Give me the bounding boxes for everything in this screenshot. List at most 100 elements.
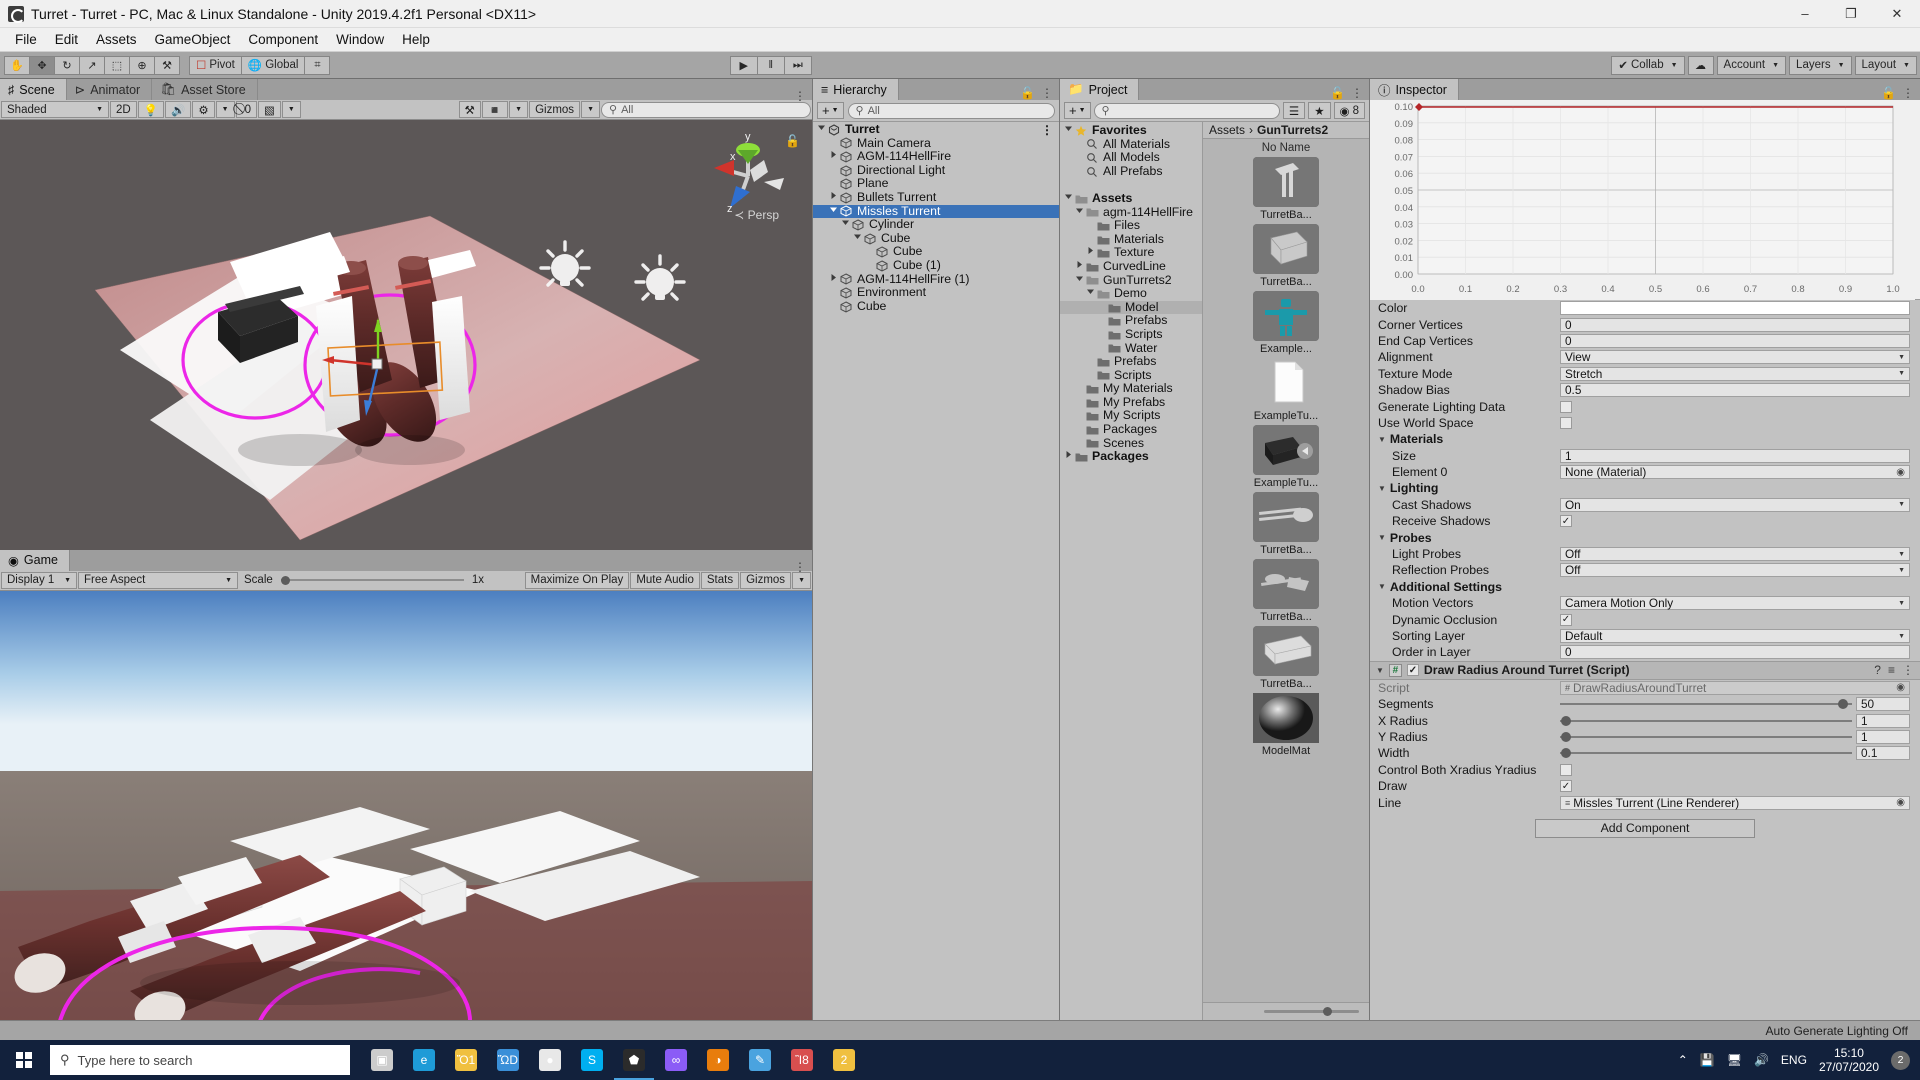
breadcrumb-gunturrets2[interactable]: GunTurrets2 [1257, 123, 1328, 137]
tree-down-arrow-icon[interactable] [1073, 206, 1086, 220]
asset-item[interactable]: ExampleTu... [1203, 358, 1369, 422]
project-add-button[interactable]: + ▼ [1064, 102, 1091, 119]
object-picker-icon[interactable]: ◉ [1896, 467, 1905, 478]
property-number-input[interactable]: 0.1 [1856, 746, 1910, 760]
menu-window[interactable]: Window [327, 29, 393, 50]
property-number-input[interactable]: 1 [1856, 730, 1910, 744]
component-menu-icon[interactable]: ⋮ [1902, 663, 1914, 677]
property-text-input[interactable]: 1 [1560, 449, 1910, 463]
preset-icon[interactable]: ≡ [1888, 663, 1895, 677]
script-component-header[interactable]: ▼ # ✓ Draw Radius Around Turret (Script)… [1370, 661, 1920, 680]
hierarchy-tree[interactable]: Turret ⋮ Main Camera AGM-114HellFire Directi… [813, 122, 1059, 1020]
project-folder-tree[interactable]: Favorites All Materials All Models All Pref… [1060, 122, 1203, 1020]
object-picker-icon[interactable]: ◉ [1896, 797, 1905, 808]
object-picker-icon[interactable]: ◉ [1896, 682, 1905, 693]
object-reference-field[interactable]: # DrawRadiusAroundTurret ◉ [1560, 681, 1910, 695]
project-asset-grid[interactable]: No Name TurretBa... TurretBa... Example...… [1203, 139, 1369, 1002]
layout-button[interactable]: Layout ▼ [1855, 56, 1917, 75]
tree-right-arrow-icon[interactable] [827, 191, 840, 205]
tree-down-arrow-icon[interactable] [815, 123, 828, 137]
hierarchy-add-button[interactable]: + ▼ [817, 102, 844, 119]
tray-chevron-icon[interactable]: ⌃ [1678, 1053, 1688, 1067]
aspect-dropdown[interactable]: Free Aspect ▼ [78, 572, 238, 589]
help-icon[interactable]: ? [1874, 663, 1881, 677]
pause-button[interactable]: ‖ [757, 56, 785, 75]
project-tree-item[interactable] [1060, 178, 1202, 192]
tree-down-arrow-icon[interactable] [1062, 124, 1075, 138]
property-dropdown[interactable]: View ▼ [1560, 350, 1910, 364]
hierarchy-search-input[interactable]: ⚲ All [848, 103, 1055, 119]
project-tree-item[interactable]: Scripts [1060, 328, 1202, 342]
property-slider[interactable] [1560, 714, 1852, 728]
tree-down-arrow-icon[interactable] [1073, 274, 1086, 288]
project-menu-icon[interactable]: ⋮ [1351, 89, 1363, 97]
color-swatch-field[interactable] [1560, 301, 1910, 315]
project-tree-item[interactable]: Assets [1060, 192, 1202, 206]
clock[interactable]: 15:10 27/07/2020 [1819, 1046, 1879, 1074]
project-tree-item[interactable]: Prefabs [1060, 355, 1202, 369]
menu-gameobject[interactable]: GameObject [146, 29, 240, 50]
maximize-on-play-toggle[interactable]: Maximize On Play [525, 572, 630, 589]
chevron-down-icon[interactable]: ▼ [1376, 666, 1384, 675]
tree-right-arrow-icon[interactable] [827, 150, 840, 164]
tree-down-arrow-icon[interactable] [839, 218, 852, 232]
tree-right-arrow-icon[interactable] [827, 273, 840, 287]
display-dropdown[interactable]: Display 1 ▼ [1, 572, 77, 589]
project-tree-item[interactable]: My Prefabs [1060, 396, 1202, 410]
project-tree-item[interactable]: Model [1060, 301, 1202, 315]
step-button[interactable]: ⏭ [784, 56, 812, 75]
property-number-input[interactable]: 50 [1856, 697, 1910, 711]
project-tree-item[interactable]: Files [1060, 219, 1202, 233]
asset-item[interactable]: Example... [1203, 291, 1369, 355]
game-viewport[interactable] [0, 591, 812, 1021]
object-reference-field[interactable]: ≡ Missles Turrent (Line Renderer) ◉ [1560, 796, 1910, 810]
rect-tool-icon[interactable]: ⬚ [104, 56, 130, 75]
tab-project[interactable]: 📁 Project [1060, 79, 1139, 100]
scene-fx-caret[interactable]: ▼ [216, 101, 235, 118]
scene-lighting-icon[interactable]: 💡 [138, 101, 164, 118]
property-checkbox[interactable]: ✓ [1560, 515, 1572, 527]
lock-icon[interactable]: 🔓 [1020, 86, 1035, 100]
project-tree-item[interactable]: All Prefabs [1060, 165, 1202, 179]
layers-button[interactable]: Layers ▼ [1789, 56, 1851, 75]
hierarchy-item[interactable]: Plane [813, 177, 1059, 191]
hierarchy-item[interactable]: Cylinder [813, 218, 1059, 232]
property-text-input[interactable]: 0 [1560, 318, 1910, 332]
onedrive-icon[interactable]: 💾 [1700, 1053, 1715, 1067]
stats-toggle[interactable]: Stats [701, 572, 739, 589]
visual-studio-icon[interactable]: ∞ [656, 1040, 696, 1080]
mute-audio-toggle[interactable]: Mute Audio [630, 572, 700, 589]
hierarchy-tab-controls[interactable]: 🔓 ⋮ [1020, 86, 1059, 100]
hierarchy-item[interactable]: Cube (1) [813, 259, 1059, 273]
asset-item[interactable]: TurretBa... [1203, 157, 1369, 221]
project-tree-item[interactable]: Demo [1060, 287, 1202, 301]
chrome-icon[interactable]: ● [530, 1040, 570, 1080]
rotate-tool-icon[interactable]: ↻ [54, 56, 80, 75]
file-explorer-icon[interactable]: Ὄ1 [446, 1040, 486, 1080]
project-zoom-slider[interactable] [1264, 1010, 1359, 1013]
taskbar-search-input[interactable]: ⚲ Type here to search [50, 1045, 350, 1075]
hierarchy-item[interactable]: Cube [813, 232, 1059, 246]
paint-icon[interactable]: Ἲ8 [782, 1040, 822, 1080]
tab-scene[interactable]: ♯ Scene [0, 79, 67, 100]
scale-slider[interactable]: Scale 1x [239, 572, 489, 589]
property-text-input[interactable]: 0 [1560, 645, 1910, 659]
project-search-input[interactable]: ⚲ [1094, 103, 1280, 119]
slider-knob[interactable] [1323, 1007, 1332, 1016]
scale-tool-icon[interactable]: ↗ [79, 56, 105, 75]
hierarchy-item[interactable]: Missles Turrent [813, 205, 1059, 219]
hierarchy-item[interactable]: AGM-114HellFire (1) [813, 273, 1059, 287]
hierarchy-item[interactable]: Cube [813, 245, 1059, 259]
property-number-input[interactable]: 1 [1856, 714, 1910, 728]
scene-tab-menu[interactable]: ⋮ [794, 92, 812, 100]
start-button[interactable] [0, 1040, 48, 1080]
2d-toggle[interactable]: 2D [110, 101, 137, 118]
menu-component[interactable]: Component [239, 29, 327, 50]
chevron-down-icon[interactable]: ▼ [1378, 435, 1386, 444]
transform-tool-icon[interactable]: ⊕ [129, 56, 155, 75]
tab-inspector[interactable]: ⓘ Inspector [1370, 79, 1459, 100]
asset-item[interactable]: TurretBa... [1203, 224, 1369, 288]
scene-gizmos-caret[interactable]: ▼ [581, 101, 600, 118]
global-toggle[interactable]: 🌐 Global [241, 56, 306, 75]
property-dropdown[interactable]: Camera Motion Only ▼ [1560, 596, 1910, 610]
